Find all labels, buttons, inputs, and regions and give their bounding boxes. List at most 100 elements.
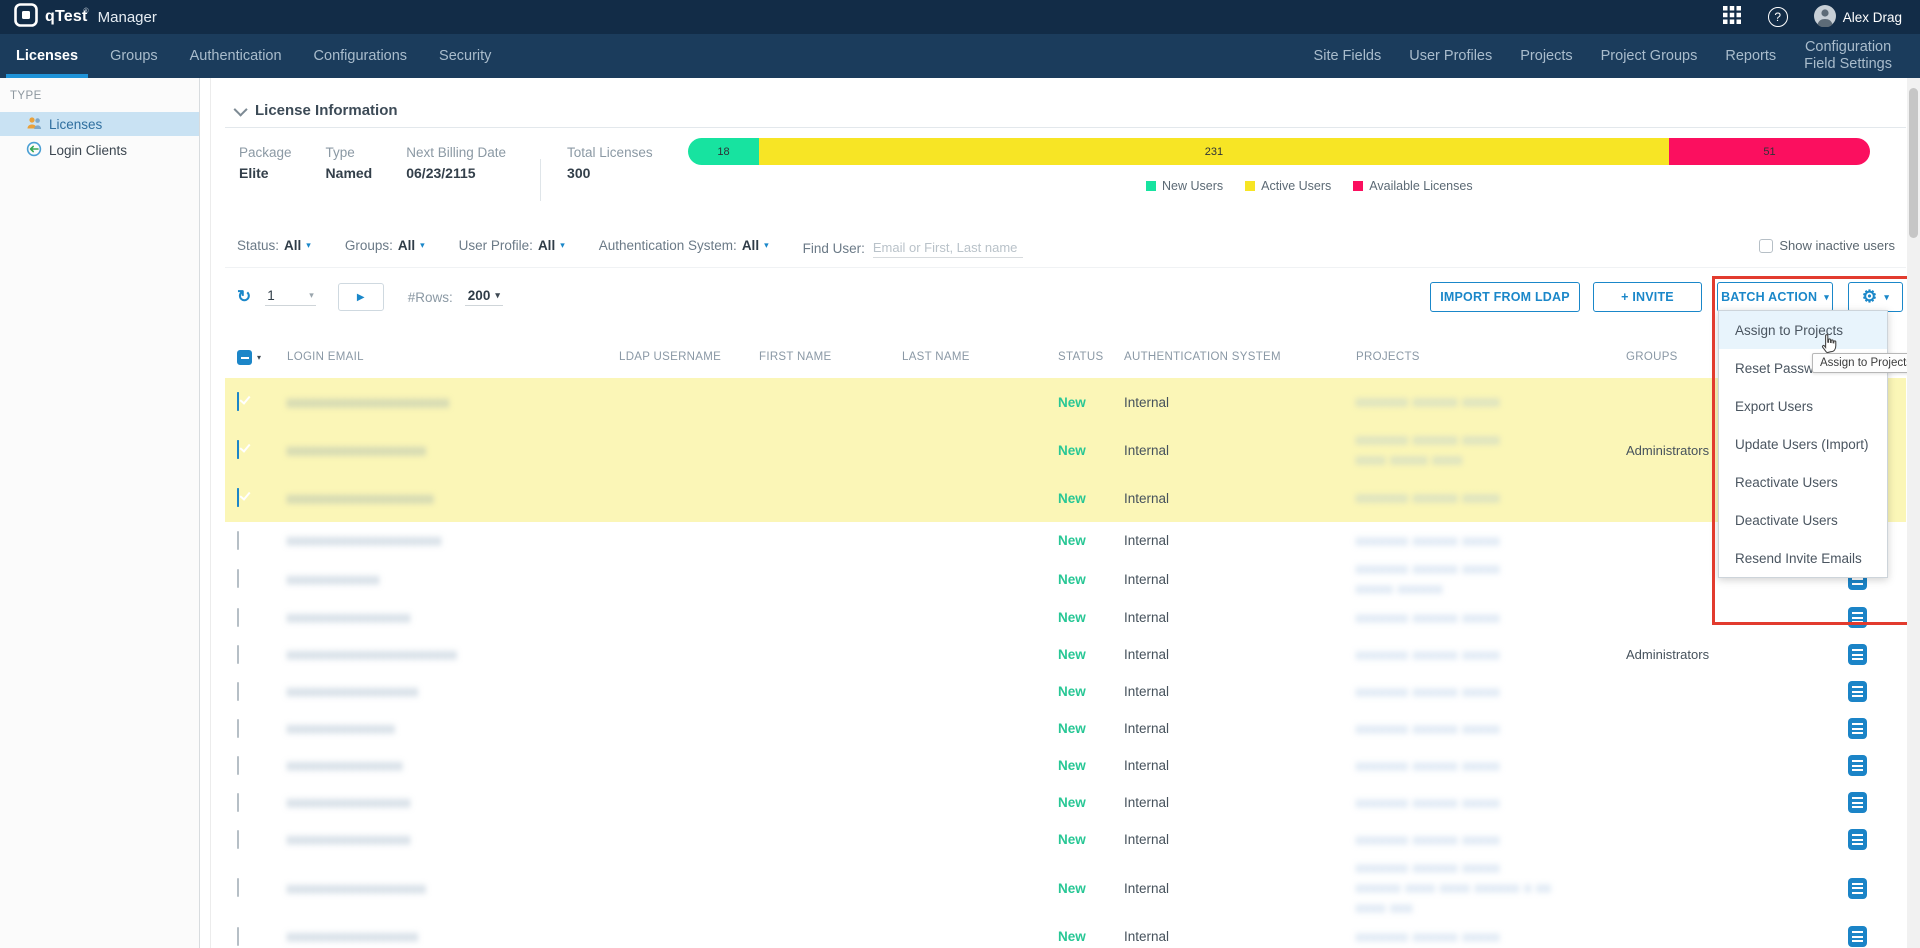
row-menu-icon[interactable]: [1848, 718, 1867, 739]
row-checkbox[interactable]: [237, 793, 239, 812]
menu-item-deactivate-users[interactable]: Deactivate Users: [1719, 501, 1887, 539]
login-email-redacted[interactable]: xxxxxxxxxxxxxxxxxxxx: [287, 533, 619, 548]
filter-user-profile[interactable]: User Profile:All▾: [459, 238, 565, 253]
login-email-redacted[interactable]: xxxxxxxxxxxxxxxx: [287, 832, 619, 847]
nav-tab-authentication[interactable]: Authentication: [174, 34, 298, 78]
project-link-redacted[interactable]: xxxxxxx xxxxxx xxxxx: [1356, 608, 1626, 628]
row-checkbox[interactable]: [237, 719, 239, 738]
settings-gear-button[interactable]: ⚙ ▾: [1848, 282, 1903, 312]
login-email-redacted[interactable]: xxxxxxxxxxxxxxxxxxxxxx: [287, 647, 619, 662]
row-checkbox[interactable]: [237, 531, 239, 550]
nav-tab-groups[interactable]: Groups: [94, 34, 174, 78]
row-menu-icon[interactable]: [1848, 878, 1867, 899]
select-all-checkbox[interactable]: [237, 350, 252, 365]
project-link-redacted[interactable]: xxxxxxx xxxxxx xxxxx: [1356, 756, 1626, 776]
legend-available-licenses: Available Licenses: [1353, 179, 1472, 193]
row-checkbox[interactable]: [237, 927, 239, 946]
project-link-redacted[interactable]: xxxxxxx xxxxxx xxxxx: [1356, 858, 1626, 878]
project-link-redacted[interactable]: xxxxxxx xxxxxx xxxxx: [1356, 430, 1626, 450]
login-email-redacted[interactable]: xxxxxxxxxxxxxxxxxxx: [287, 491, 619, 506]
scrollbar-thumb[interactable]: [1909, 88, 1918, 238]
invite-button[interactable]: + INVITE: [1593, 282, 1702, 312]
nav-tab-user-profiles[interactable]: User Profiles: [1395, 48, 1506, 65]
login-email-redacted[interactable]: xxxxxxxxxxxxxx: [287, 721, 619, 736]
nav-tab-security[interactable]: Security: [423, 34, 507, 78]
project-link-redacted[interactable]: xxxxxx xxxx xxxx xxxxxx x xx: [1356, 878, 1626, 898]
row-checkbox[interactable]: [237, 488, 239, 507]
row-menu-icon[interactable]: [1848, 792, 1867, 813]
project-link-redacted[interactable]: xxxxxxx xxxxxx xxxxx: [1356, 682, 1626, 702]
project-link-redacted[interactable]: xxxxxxx xxxxxx xxxxx: [1356, 392, 1626, 412]
login-email-redacted[interactable]: xxxxxxxxxxxxxxxxx: [287, 929, 619, 944]
project-link-redacted[interactable]: xxxxx xxxxxx: [1356, 579, 1626, 599]
row-checkbox[interactable]: [237, 569, 239, 588]
rows-per-page-select[interactable]: 200 ▾: [465, 288, 503, 306]
login-email-redacted[interactable]: xxxxxxxxxxxxxxxxxx: [287, 443, 619, 458]
login-email-redacted[interactable]: xxxxxxxxxxxx: [287, 572, 619, 587]
project-link-redacted[interactable]: xxxxxxx xxxxxx xxxxx: [1356, 645, 1626, 665]
nav-tab-configuration-field-settings[interactable]: ConfigurationField Settings: [1790, 39, 1906, 73]
menu-item-update-users-import[interactable]: Update Users (Import): [1719, 425, 1887, 463]
project-link-redacted[interactable]: xxxxxxx xxxxxx xxxxx: [1356, 830, 1626, 850]
nav-tab-site-fields[interactable]: Site Fields: [1300, 48, 1396, 65]
login-email-redacted[interactable]: xxxxxxxxxxxxxxxx: [287, 795, 619, 810]
row-checkbox[interactable]: [237, 645, 239, 664]
filter-authentication-system[interactable]: Authentication System:All▾: [599, 238, 769, 253]
project-link-redacted[interactable]: xxxx xxx: [1356, 898, 1626, 918]
row-checkbox[interactable]: [237, 878, 239, 897]
nav-tab-reports[interactable]: Reports: [1711, 48, 1790, 65]
select-all-caret-icon[interactable]: ▾: [257, 353, 261, 362]
login-email-redacted[interactable]: xxxxxxxxxxxxxxxx: [287, 610, 619, 625]
filter-groups[interactable]: Groups:All▾: [345, 238, 425, 253]
row-checkbox[interactable]: [237, 682, 239, 701]
refresh-icon[interactable]: ↻: [237, 287, 251, 307]
project-link-redacted[interactable]: xxxxxxx xxxxxx xxxxx: [1356, 927, 1626, 947]
project-link-redacted[interactable]: xxxxxxx xxxxxx xxxxx: [1356, 793, 1626, 813]
menu-item-reactivate-users[interactable]: Reactivate Users: [1719, 463, 1887, 501]
row-checkbox[interactable]: [237, 756, 239, 775]
find-user-input[interactable]: [873, 238, 1023, 258]
menu-item-resend-invite-emails[interactable]: Resend Invite Emails: [1719, 539, 1887, 577]
login-email-redacted[interactable]: xxxxxxxxxxxxxxxxxxxxx: [287, 395, 619, 410]
row-checkbox[interactable]: [237, 440, 239, 459]
row-menu-icon[interactable]: [1848, 607, 1867, 628]
row-menu-icon[interactable]: [1848, 829, 1867, 850]
page-caret-icon[interactable]: ▾: [309, 290, 314, 301]
menu-item-export-users[interactable]: Export Users: [1719, 387, 1887, 425]
user-menu[interactable]: Alex Drag: [1814, 5, 1902, 30]
nav-tab-project-groups[interactable]: Project Groups: [1587, 48, 1712, 65]
batch-action-button[interactable]: BATCH ACTION ▾: [1717, 282, 1833, 312]
project-link-redacted[interactable]: xxxxxxx xxxxxx xxxxx: [1356, 559, 1626, 579]
project-link-redacted[interactable]: xxxx xxxxx xxxx: [1356, 450, 1626, 470]
sidebar-item-licenses[interactable]: Licenses: [0, 112, 199, 136]
project-link-redacted[interactable]: xxxxxxx xxxxxx xxxxx: [1356, 531, 1626, 551]
project-link-redacted[interactable]: xxxxxxx xxxxxx xxxxx: [1356, 488, 1626, 508]
next-page-button[interactable]: ▶: [338, 283, 384, 311]
help-icon[interactable]: ?: [1768, 7, 1788, 27]
projects-cell: xxxxxxx xxxxxx xxxxx: [1356, 645, 1626, 665]
vertical-scrollbar[interactable]: [1907, 78, 1920, 948]
nav-tab-projects[interactable]: Projects: [1506, 48, 1586, 65]
import-from-ldap-button[interactable]: IMPORT FROM LDAP: [1430, 282, 1580, 312]
sidebar-item-login-clients[interactable]: Login Clients: [0, 138, 199, 162]
apps-grid-icon[interactable]: [1722, 5, 1742, 30]
page-number-input[interactable]: [267, 288, 309, 303]
row-checkbox[interactable]: [237, 830, 239, 849]
nav-tab-configurations[interactable]: Configurations: [298, 34, 424, 78]
project-link-redacted[interactable]: xxxxxxx xxxxxx xxxxx: [1356, 719, 1626, 739]
row-menu-icon[interactable]: [1848, 681, 1867, 702]
row-menu-icon[interactable]: [1848, 755, 1867, 776]
show-inactive-checkbox[interactable]: [1759, 239, 1773, 253]
filter-status[interactable]: Status:All▾: [237, 238, 311, 253]
row-checkbox[interactable]: [237, 608, 239, 627]
login-email-redacted[interactable]: xxxxxxxxxxxxxxx: [287, 758, 619, 773]
nav-tab-licenses[interactable]: Licenses: [0, 34, 94, 78]
row-menu-icon[interactable]: [1848, 644, 1867, 665]
menu-item-assign-to-projects[interactable]: Assign to Projects: [1719, 311, 1887, 349]
row-menu-icon[interactable]: [1848, 926, 1867, 947]
row-checkbox[interactable]: [237, 392, 239, 411]
login-email-redacted[interactable]: xxxxxxxxxxxxxxxxx: [287, 684, 619, 699]
license-info-header[interactable]: License Information: [225, 78, 1906, 127]
show-inactive-users[interactable]: Show inactive users: [1759, 238, 1895, 253]
login-email-redacted[interactable]: xxxxxxxxxxxxxxxxxx: [287, 881, 619, 896]
